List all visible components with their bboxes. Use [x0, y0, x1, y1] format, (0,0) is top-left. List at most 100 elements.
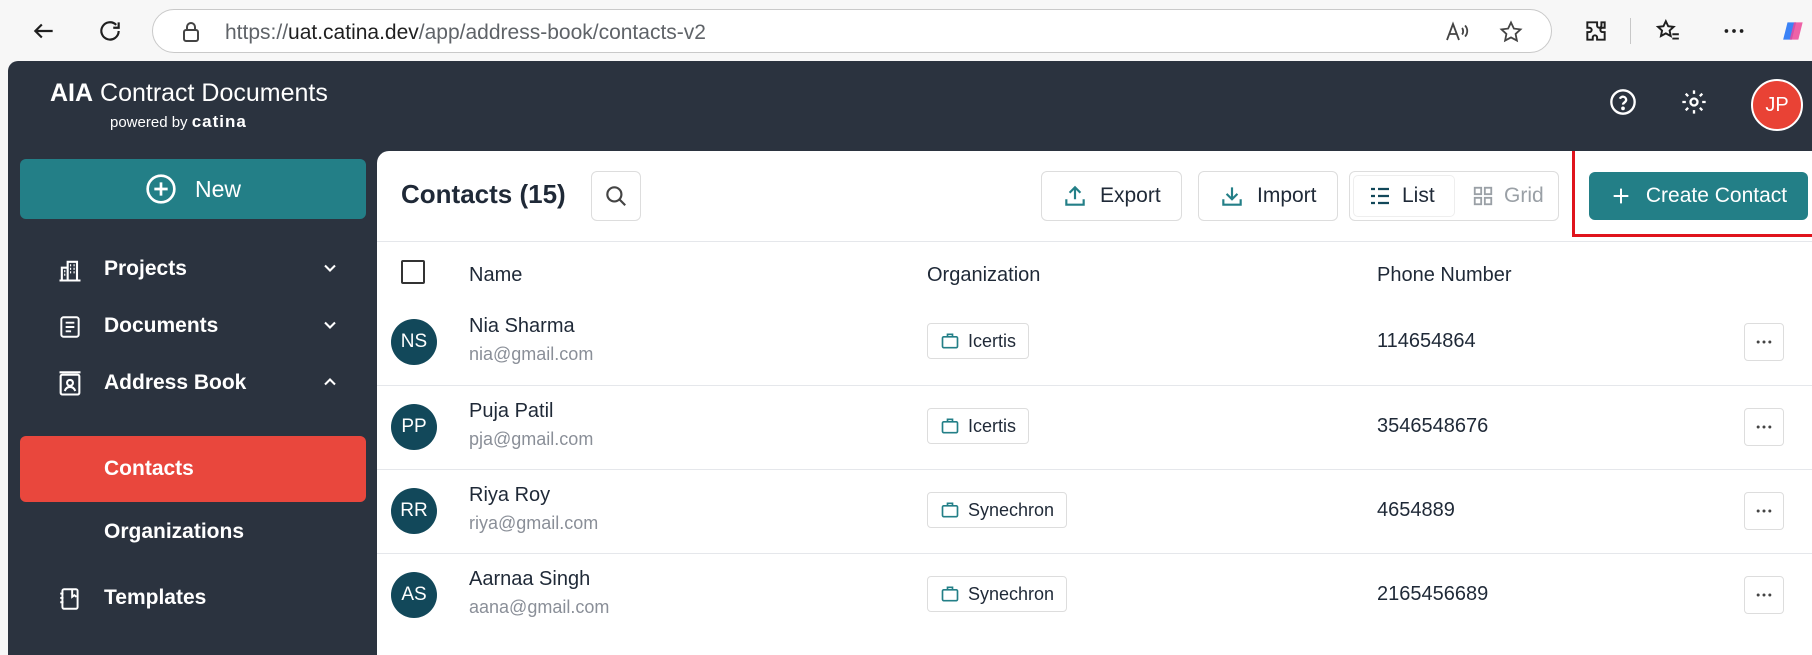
new-button[interactable]: New: [20, 159, 366, 219]
chevron-down-icon: [324, 321, 336, 329]
more-horizontal-icon: [1756, 425, 1772, 429]
contact-email: pja@gmail.com: [469, 429, 594, 449]
table-row[interactable]: NS Nia Sharma nia@gmail.com Icertis 1146…: [377, 301, 1812, 385]
contact-avatar: NS: [391, 319, 437, 365]
favorites-icon[interactable]: [1650, 13, 1686, 49]
download-icon: [1222, 187, 1242, 206]
briefcase-icon: [941, 502, 959, 518]
extensions-icon[interactable]: [1578, 13, 1614, 49]
create-contact-label: Create Contact: [1645, 184, 1788, 207]
column-header-phone[interactable]: Phone Number: [1377, 264, 1512, 287]
organization-name: Icertis: [968, 415, 1017, 436]
search-button[interactable]: [591, 171, 641, 221]
import-button[interactable]: Import: [1198, 171, 1338, 221]
app-shell: AIA Contract Documents powered by catina…: [8, 61, 1812, 655]
sidebar-item-address-book[interactable]: Address Book: [20, 356, 366, 410]
sidebar-item-label: Documents: [104, 314, 219, 337]
more-horizontal-icon: [1756, 509, 1772, 513]
table-row[interactable]: RR Riya Roy riya@gmail.com Synechron 465…: [377, 469, 1812, 553]
copilot-icon[interactable]: [1776, 13, 1812, 49]
sidebar-item-label: Address Book: [104, 371, 247, 394]
templates-icon: [56, 585, 84, 613]
chevron-down-icon: [324, 264, 336, 272]
column-header-name[interactable]: Name: [469, 264, 522, 287]
contact-email: aana@gmail.com: [469, 597, 610, 617]
read-aloud-icon[interactable]: [1443, 18, 1471, 46]
row-actions-button[interactable]: [1744, 408, 1784, 446]
upload-icon: [1065, 185, 1085, 206]
organization-name: Synechron: [968, 583, 1055, 604]
contacts-panel: Contacts (15) Export Import List Grid Cr…: [377, 151, 1812, 655]
page-title: Contacts (15): [401, 179, 566, 209]
brand-logo[interactable]: AIA Contract Documents: [50, 79, 328, 108]
create-contact-button[interactable]: Create Contact: [1589, 172, 1808, 220]
grid-view-button[interactable]: Grid: [1472, 176, 1556, 216]
table-row[interactable]: AS Aarnaa Singh aana@gmail.com Synechron…: [377, 553, 1812, 637]
briefcase-icon: [941, 418, 959, 434]
search-icon: [606, 186, 626, 206]
help-icon[interactable]: [1605, 84, 1641, 120]
user-avatar[interactable]: JP: [1751, 79, 1803, 131]
table-row[interactable]: PP Puja Patil pja@gmail.com Icertis 3546…: [377, 385, 1812, 469]
organization-chip[interactable]: Synechron: [927, 492, 1068, 528]
grid-icon: [1473, 186, 1493, 206]
favorite-star-icon[interactable]: [1497, 18, 1525, 46]
contact-avatar: RR: [391, 488, 437, 534]
export-label: Export: [1100, 184, 1161, 207]
import-label: Import: [1257, 184, 1317, 207]
contact-email: riya@gmail.com: [469, 513, 599, 533]
more-horizontal-icon: [1756, 593, 1772, 597]
contact-phone: 2165456689: [1377, 583, 1489, 605]
briefcase-icon: [941, 333, 959, 349]
grid-label: Grid: [1504, 184, 1544, 207]
organization-chip[interactable]: Icertis: [927, 408, 1030, 444]
contact-name[interactable]: Aarnaa Singh: [469, 568, 590, 591]
contact-phone: 3546548676: [1377, 415, 1489, 437]
organization-name: Icertis: [968, 330, 1017, 351]
organization-name: Synechron: [968, 499, 1055, 520]
contact-phone: 114654864: [1377, 330, 1476, 352]
list-icon: [1371, 187, 1389, 205]
sidebar-item-label: Projects: [104, 257, 187, 280]
contact-phone: 4654889: [1377, 499, 1455, 521]
row-actions-button[interactable]: [1744, 323, 1784, 361]
list-label: List: [1402, 184, 1435, 207]
sidebar-item-documents[interactable]: Documents: [20, 299, 366, 353]
export-button[interactable]: Export: [1041, 171, 1182, 221]
document-icon: [56, 313, 84, 341]
address-book-icon: [56, 370, 84, 398]
contact-email: nia@gmail.com: [469, 344, 594, 364]
sidebar-item-label: Templates: [104, 586, 207, 609]
toolbar-separator: [1630, 18, 1631, 44]
table-header: Name Organization Phone Number: [377, 241, 1812, 301]
back-icon[interactable]: [26, 13, 62, 49]
sidebar-item-organizations[interactable]: Organizations: [20, 505, 366, 559]
sidebar-item-templates[interactable]: Templates: [20, 571, 366, 625]
row-actions-button[interactable]: [1744, 576, 1784, 614]
contact-avatar: PP: [391, 404, 437, 450]
row-actions-button[interactable]: [1744, 492, 1784, 530]
browser-toolbar: https://uat.catina.dev/app/address-book/…: [0, 0, 1812, 61]
sidebar-item-contacts[interactable]: Contacts: [20, 436, 366, 502]
plus-circle-icon: [146, 174, 176, 204]
more-options-icon[interactable]: [1716, 13, 1752, 49]
chevron-up-icon: [324, 378, 336, 386]
contact-name[interactable]: Nia Sharma: [469, 315, 575, 338]
organization-chip[interactable]: Synechron: [927, 576, 1068, 612]
brand-powered-by: powered by catina: [110, 112, 247, 131]
plus-icon: [1613, 188, 1629, 204]
settings-gear-icon[interactable]: [1676, 84, 1712, 120]
new-button-label: New: [194, 175, 241, 202]
contact-name[interactable]: Riya Roy: [469, 484, 550, 507]
more-horizontal-icon: [1756, 340, 1772, 344]
list-view-button[interactable]: List: [1354, 176, 1454, 216]
sidebar-item-projects[interactable]: Projects: [20, 242, 366, 296]
refresh-icon[interactable]: [92, 13, 128, 49]
address-bar[interactable]: https://uat.catina.dev/app/address-book/…: [152, 9, 1552, 53]
column-header-organization[interactable]: Organization: [927, 264, 1040, 287]
contact-name[interactable]: Puja Patil: [469, 400, 554, 423]
lock-icon[interactable]: [177, 18, 205, 46]
organization-chip[interactable]: Icertis: [927, 323, 1030, 359]
contact-avatar: AS: [391, 572, 437, 618]
select-all-checkbox[interactable]: [401, 260, 425, 284]
